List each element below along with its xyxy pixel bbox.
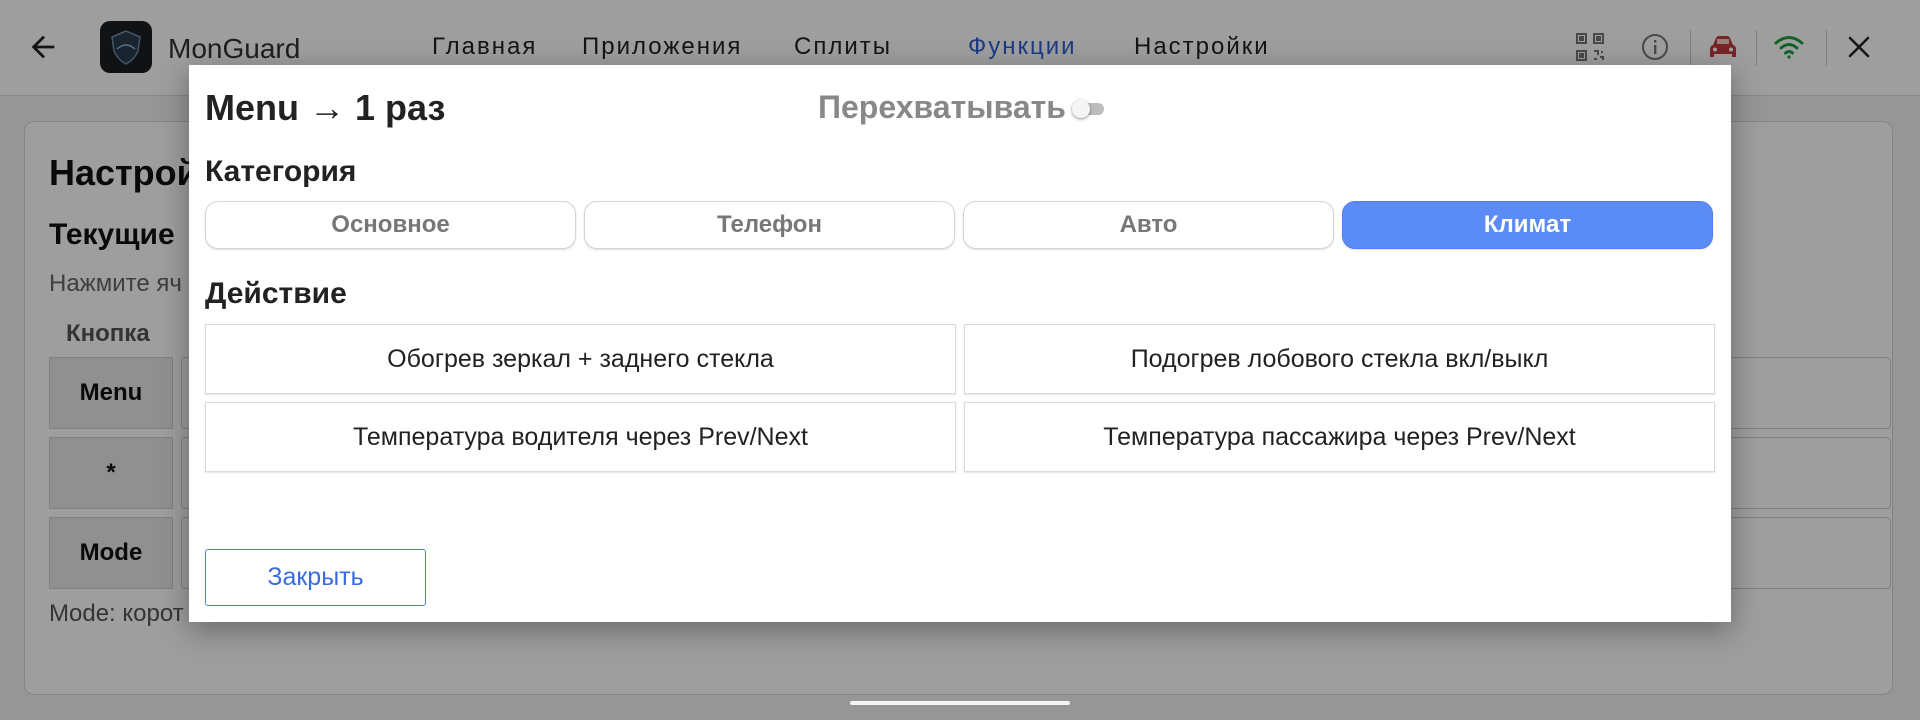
dialog-title: Menu → 1 раз — [205, 87, 446, 128]
category-tab-climate[interactable]: Климат — [1342, 201, 1713, 249]
category-tab-phone[interactable]: Телефон — [584, 201, 955, 249]
switch-thumb — [1071, 99, 1090, 118]
action-button-windshield-heat[interactable]: Подогрев лобового стекла вкл/выкл — [964, 324, 1715, 394]
intercept-toggle-row: Перехватывать — [818, 89, 1106, 126]
intercept-switch[interactable] — [1071, 99, 1106, 118]
intercept-label: Перехватывать — [818, 89, 1066, 125]
action-label: Действие — [205, 277, 347, 310]
action-button-mirror-heat[interactable]: Обогрев зеркал + заднего стекла — [205, 324, 956, 394]
category-tab-auto[interactable]: Авто — [963, 201, 1334, 249]
category-label: Категория — [205, 155, 357, 188]
home-indicator[interactable] — [850, 701, 1070, 705]
category-tab-basic[interactable]: Основное — [205, 201, 576, 249]
close-button[interactable]: Закрыть — [205, 549, 426, 606]
action-button-driver-temp[interactable]: Температура водителя через Prev/Next — [205, 402, 956, 472]
action-dialog: Menu → 1 раз Перехватывать Категория Осн… — [189, 65, 1731, 622]
action-button-passenger-temp[interactable]: Температура пассажира через Prev/Next — [964, 402, 1715, 472]
